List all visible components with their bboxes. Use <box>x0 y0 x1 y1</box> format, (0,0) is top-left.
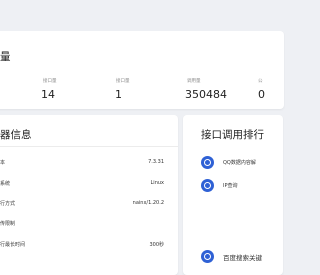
api-icon <box>201 250 214 263</box>
stat-value: 350484 <box>185 88 227 101</box>
server-row-label: 系统 <box>0 181 11 187</box>
server-panel-title: 器信息 <box>0 129 32 141</box>
server-row-value: Linux <box>150 180 164 186</box>
server-row-value: 7.3.31 <box>148 159 164 165</box>
stat-label: 接口量 <box>116 79 130 84</box>
server-row-value: nainx/1.20.2 <box>132 200 164 206</box>
stats-panel-title: 量 <box>0 51 11 63</box>
rank-panel-title: 接口调用排行 <box>201 129 264 141</box>
stat-label: 调用量 <box>187 79 201 84</box>
api-icon <box>201 179 214 192</box>
server-row-value: 300秒 <box>149 242 164 248</box>
server-row-label: 本 <box>0 160 6 166</box>
stat-label: 公 <box>258 79 263 84</box>
stat-value: 0 <box>258 88 265 101</box>
stat-value: 1 <box>115 88 122 101</box>
server-row-label: 行最长时间 <box>0 242 26 248</box>
api-icon <box>201 156 214 169</box>
server-row-label: 传限制 <box>0 221 16 227</box>
divider <box>0 146 178 147</box>
rank-item-name: 百度搜索关键 <box>223 254 262 262</box>
stat-value: 14 <box>41 88 55 101</box>
server-row-label: 行方式 <box>0 201 16 207</box>
rank-item-name: IP查询 <box>223 183 238 189</box>
stat-label: 接口量 <box>43 79 57 84</box>
rank-item-name: QQ数据内容解 <box>223 160 256 166</box>
